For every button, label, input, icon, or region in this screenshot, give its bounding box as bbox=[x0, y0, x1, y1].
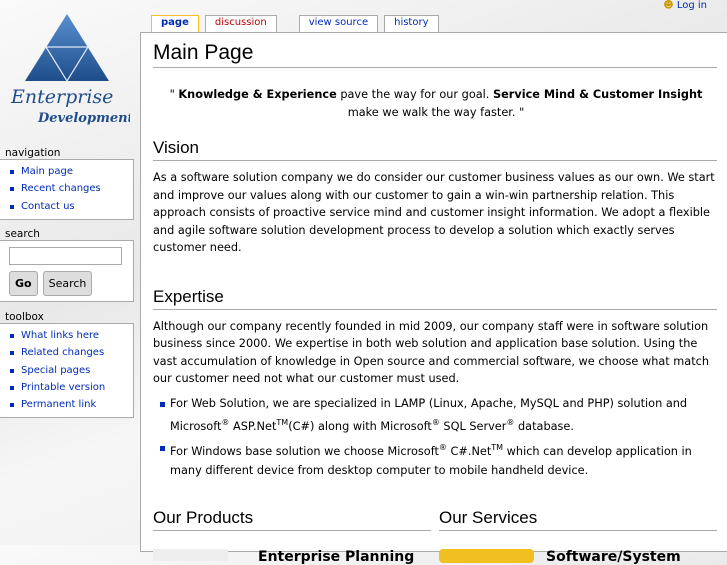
service-image[interactable] bbox=[439, 549, 534, 564]
tool-what-links-here[interactable]: What links here bbox=[7, 327, 133, 344]
site-logo[interactable]: Enterprise Development bbox=[5, 10, 134, 130]
vision-heading: Vision bbox=[153, 138, 717, 161]
nav-contact-us[interactable]: Contact us bbox=[7, 198, 133, 215]
tab-page-label: page bbox=[161, 17, 189, 28]
toolbox-portlet: toolbox What links here Related changes … bbox=[0, 311, 134, 419]
go-button[interactable]: Go bbox=[9, 271, 38, 296]
product-image[interactable] bbox=[153, 549, 228, 562]
search-portlet: search Go Search bbox=[0, 228, 134, 302]
login-link[interactable]: Log in bbox=[677, 0, 707, 11]
toolbox-title: toolbox bbox=[5, 311, 44, 323]
page-tabs: page discussion view source history bbox=[151, 15, 445, 32]
tool-printable-version[interactable]: Printable version bbox=[7, 379, 133, 396]
navigation-portlet: navigation Main page Recent changes Cont… bbox=[0, 147, 134, 220]
tab-view-source[interactable]: view source bbox=[298, 15, 379, 32]
navigation-title: navigation bbox=[5, 147, 61, 159]
service-title[interactable]: Software/System bbox=[546, 549, 681, 565]
list-item: For Web Solution, we are specialized in … bbox=[158, 394, 727, 436]
tab-discussion[interactable]: discussion bbox=[204, 15, 277, 32]
personal-tools: ☻ Log in bbox=[663, 0, 707, 11]
search-button[interactable]: Search bbox=[42, 271, 93, 296]
triangle-logo-icon: Enterprise Development bbox=[10, 14, 134, 126]
tool-permanent-link[interactable]: Permanent link bbox=[7, 396, 133, 413]
tool-special-pages[interactable]: Special pages bbox=[7, 362, 133, 379]
tab-page[interactable]: page bbox=[151, 15, 199, 32]
expertise-list: For Web Solution, we are specialized in … bbox=[158, 394, 727, 481]
tab-history-label: history bbox=[394, 17, 429, 28]
services-heading: Our Services bbox=[439, 508, 717, 532]
logo-line1: Enterprise bbox=[10, 86, 113, 108]
tool-related-changes[interactable]: Related changes bbox=[7, 344, 133, 361]
nav-main-page[interactable]: Main page bbox=[7, 163, 133, 180]
content-area: Main Page " Knowledge & Experience pave … bbox=[140, 32, 727, 565]
products-heading: Our Products bbox=[153, 508, 431, 532]
tab-view-source-label: view source bbox=[308, 17, 369, 28]
search-input[interactable] bbox=[9, 247, 122, 265]
page-title: Main Page bbox=[153, 41, 717, 68]
products-column: Our Products Enterprise Planning bbox=[153, 508, 433, 565]
quote: " Knowledge & Experience pave the way fo… bbox=[169, 88, 703, 119]
list-item: For Windows base solution we choose Micr… bbox=[158, 438, 727, 480]
services-column: Our Services Software/System bbox=[439, 508, 719, 565]
tab-discussion-label: discussion bbox=[214, 17, 267, 28]
nav-recent-changes[interactable]: Recent changes bbox=[7, 180, 133, 197]
expertise-text: Although our company recently founded in… bbox=[153, 319, 710, 386]
tab-history[interactable]: history bbox=[384, 15, 439, 32]
expertise-heading: Expertise bbox=[153, 287, 717, 310]
vision-text: As a software solution company we do con… bbox=[153, 171, 715, 254]
user-icon: ☻ bbox=[663, 0, 674, 11]
product-title[interactable]: Enterprise Planning bbox=[258, 549, 414, 565]
logo-line2: Development bbox=[37, 111, 130, 126]
search-title: search bbox=[5, 228, 40, 240]
